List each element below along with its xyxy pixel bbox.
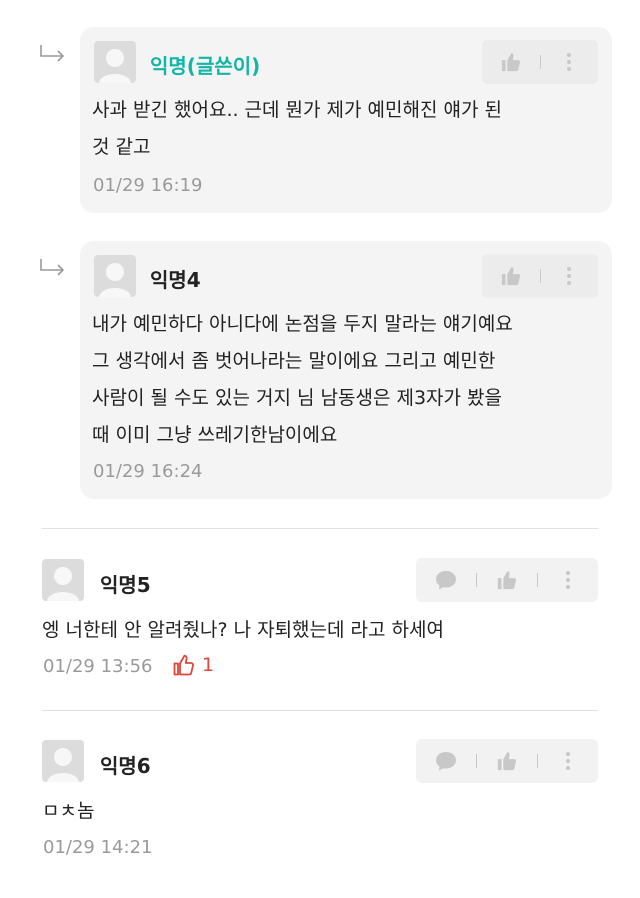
thumbs-up-icon[interactable]	[497, 48, 525, 76]
thumbs-up-icon[interactable]	[493, 566, 521, 594]
more-vertical-icon[interactable]	[555, 262, 583, 290]
thumbs-up-icon[interactable]	[497, 262, 525, 290]
more-vertical-icon[interactable]	[555, 48, 583, 76]
author-name[interactable]: 익명4	[150, 264, 201, 293]
divider	[42, 528, 598, 529]
timestamp: 01/29 13:56	[43, 656, 153, 677]
avatar	[94, 255, 136, 297]
reply-arrow-icon	[38, 44, 68, 64]
divider	[42, 710, 598, 711]
action-separator	[537, 573, 538, 587]
more-vertical-icon[interactable]	[554, 747, 582, 775]
speech-bubble-icon[interactable]	[432, 747, 460, 775]
avatar	[42, 740, 84, 782]
thumbs-up-icon[interactable]	[493, 747, 521, 775]
timestamp: 01/29 14:21	[43, 837, 153, 858]
like-count[interactable]: 1	[172, 653, 214, 677]
avatar	[94, 41, 136, 83]
reply-item: 익명4 내가 예민하다 아니다에 논점을 두지 말라는 얘기예요 그 생각에서 …	[80, 241, 612, 499]
action-separator	[539, 269, 541, 283]
action-separator	[537, 754, 538, 768]
timestamp: 01/29 16:24	[93, 461, 203, 482]
reply-actions	[482, 254, 598, 298]
more-vertical-icon[interactable]	[554, 566, 582, 594]
author-name[interactable]: 익명(글쓴이)	[150, 50, 260, 79]
action-separator	[539, 55, 541, 69]
comment-text: 엥 너한테 안 알려줬나? 나 자퇴했는데 라고 하세여	[42, 619, 444, 641]
reply-actions	[482, 40, 598, 84]
like-count-number: 1	[202, 654, 215, 676]
reply-text: 내가 예민하다 아니다에 논점을 두지 말라는 얘기예요 그 생각에서 좀 벗어…	[92, 313, 513, 446]
timestamp: 01/29 16:19	[93, 175, 203, 196]
comment-text: ㅁㅊ놈	[42, 800, 95, 822]
author-name[interactable]: 익명6	[100, 750, 151, 779]
action-separator	[476, 573, 477, 587]
action-separator	[476, 754, 477, 768]
reply-text: 사과 받긴 했어요.. 근데 뭔가 제가 예민해진 얘가 된 것 같고	[92, 99, 502, 158]
comment-actions	[416, 558, 598, 602]
reply-arrow-icon	[38, 258, 68, 278]
thumbs-up-outline-icon	[172, 653, 196, 677]
comment-actions	[416, 739, 598, 783]
reply-item: 익명(글쓴이) 사과 받긴 했어요.. 근데 뭔가 제가 예민해진 얘가 된 것…	[80, 27, 612, 213]
avatar	[42, 559, 84, 601]
speech-bubble-icon[interactable]	[432, 566, 460, 594]
author-name[interactable]: 익명5	[100, 569, 151, 598]
